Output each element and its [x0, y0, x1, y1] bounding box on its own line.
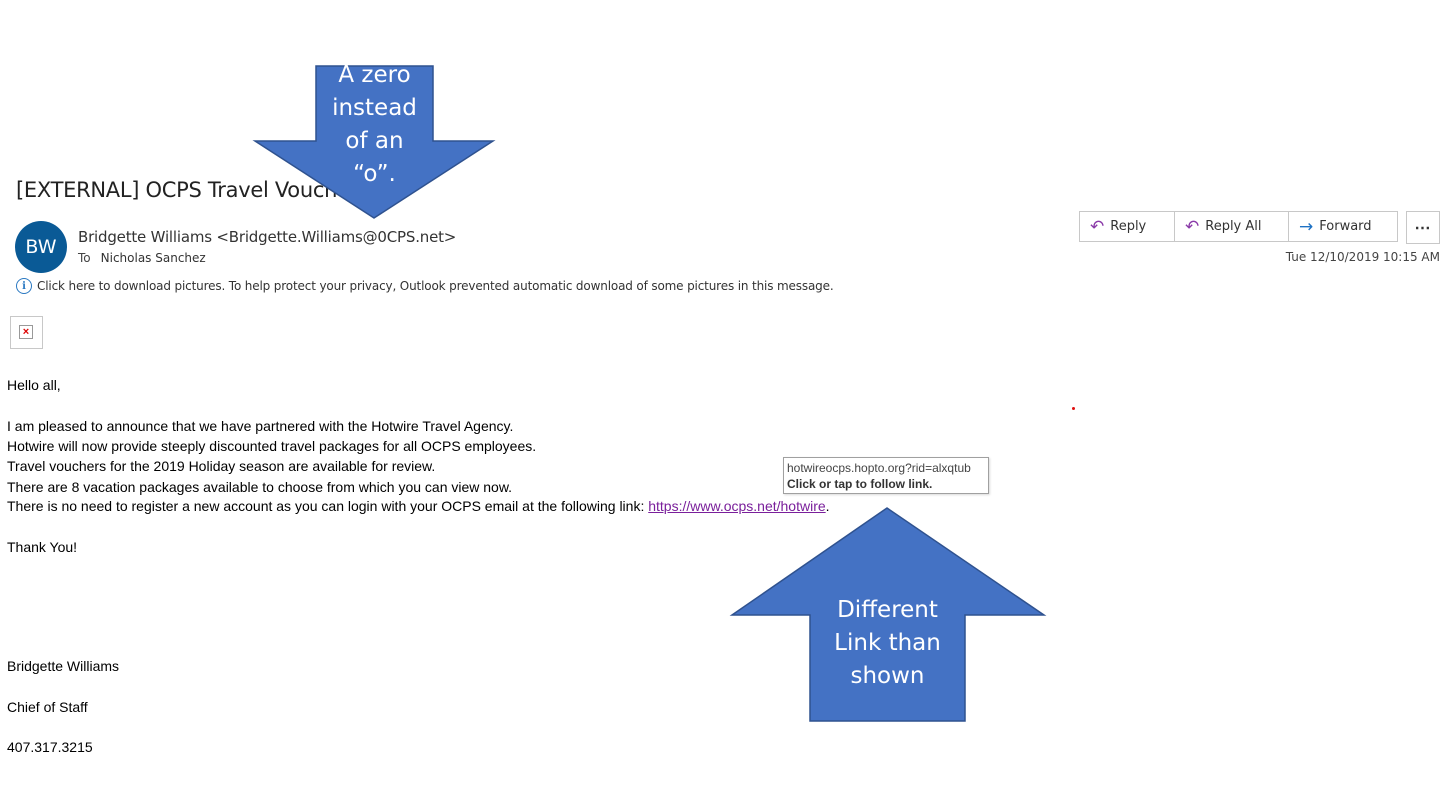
annotation-arrows: [252, 65, 1047, 722]
zero-annotation-label: A zero instead of an “o”.: [332, 62, 417, 187]
link-annotation-label: Different Link than shown: [834, 597, 941, 689]
